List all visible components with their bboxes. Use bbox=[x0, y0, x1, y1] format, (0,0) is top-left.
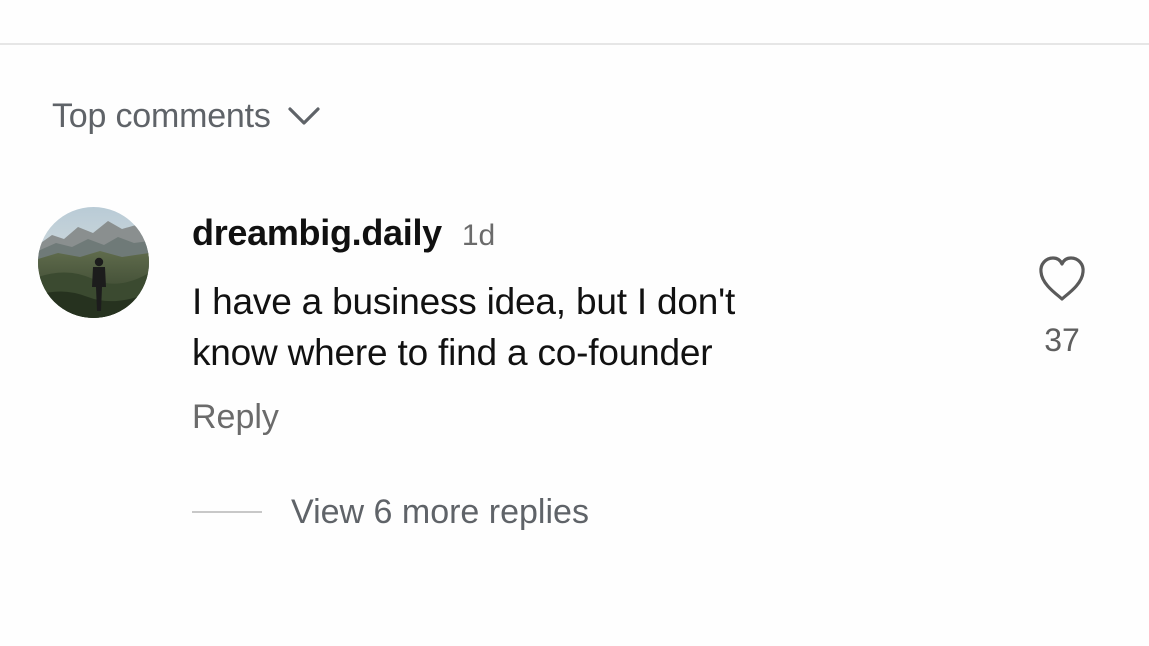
view-more-replies-button[interactable]: View 6 more replies bbox=[192, 490, 589, 534]
avatar[interactable] bbox=[38, 207, 149, 318]
comment-text-line: know where to find a co-founder bbox=[192, 332, 713, 373]
comment-timestamp: 1d bbox=[461, 219, 496, 252]
heart-outline-icon[interactable] bbox=[1036, 254, 1088, 304]
top-divider bbox=[0, 43, 1149, 45]
view-replies-label: View 6 more replies bbox=[291, 492, 589, 531]
comment-header: dreambig.daily 1d bbox=[192, 212, 495, 258]
comment-text: I have a business idea, but I don't know… bbox=[192, 276, 912, 378]
comment-text-line: I have a business idea, but I don't bbox=[192, 281, 736, 322]
like-area: 37 bbox=[1022, 254, 1102, 359]
reply-button[interactable]: Reply bbox=[192, 398, 279, 437]
sort-comments-dropdown[interactable]: Top comments bbox=[52, 94, 321, 138]
sort-label: Top comments bbox=[52, 96, 271, 135]
chevron-down-icon bbox=[287, 99, 321, 133]
comment-username[interactable]: dreambig.daily bbox=[192, 212, 442, 254]
replies-line bbox=[192, 511, 262, 513]
like-count: 37 bbox=[1044, 322, 1080, 358]
